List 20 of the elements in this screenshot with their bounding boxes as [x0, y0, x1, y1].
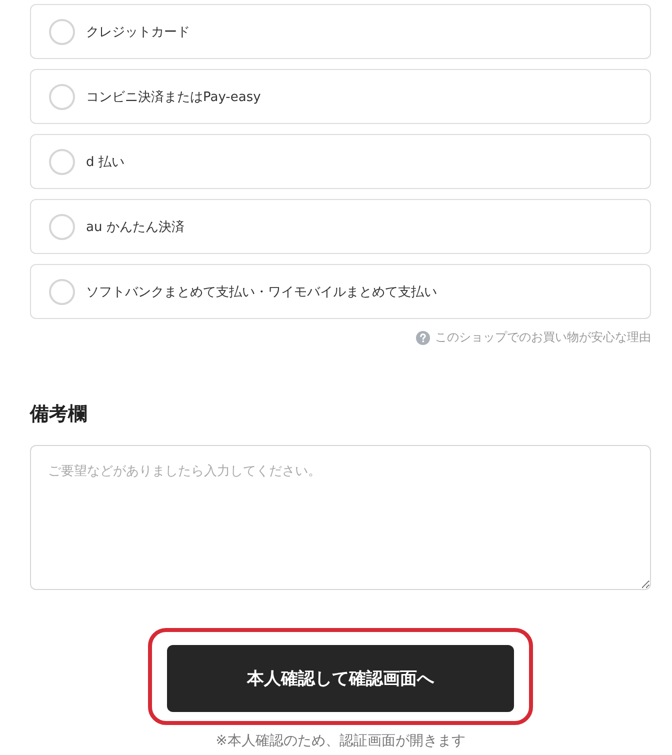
help-icon: [416, 330, 430, 344]
option-label: ソフトバンクまとめて支払い・ワイモバイルまとめて支払い: [86, 284, 437, 300]
section-heading: 備考欄: [30, 402, 87, 426]
payment-option[interactable]: ソフトバンクまとめて支払い・ワイモバイルまとめて支払い: [30, 264, 651, 319]
submit-note: ※本人確認のため、認証画面が開きます: [216, 732, 466, 751]
radio-button[interactable]: [49, 214, 75, 240]
payment-option[interactable]: クレジットカード: [30, 4, 651, 59]
option-label: コンビニ決済またはPay-easy: [86, 88, 261, 106]
remarks-field[interactable]: ご要望などがありましたら入力してください。: [30, 445, 651, 590]
payment-option[interactable]: d 払い: [30, 134, 651, 189]
radio-button[interactable]: [49, 18, 75, 44]
option-label: クレジットカード: [86, 24, 190, 40]
radio-button[interactable]: [49, 278, 75, 304]
submit-button[interactable]: 本人確認して確認画面へ: [167, 645, 514, 712]
option-label: d 払い: [86, 154, 124, 170]
radio-button[interactable]: [49, 148, 75, 174]
radio-button[interactable]: [49, 84, 75, 110]
payment-option[interactable]: コンビニ決済またはPay-easy: [30, 69, 651, 124]
option-label: au かんたん決済: [86, 218, 184, 236]
payment-option[interactable]: au かんたん決済: [30, 199, 651, 254]
